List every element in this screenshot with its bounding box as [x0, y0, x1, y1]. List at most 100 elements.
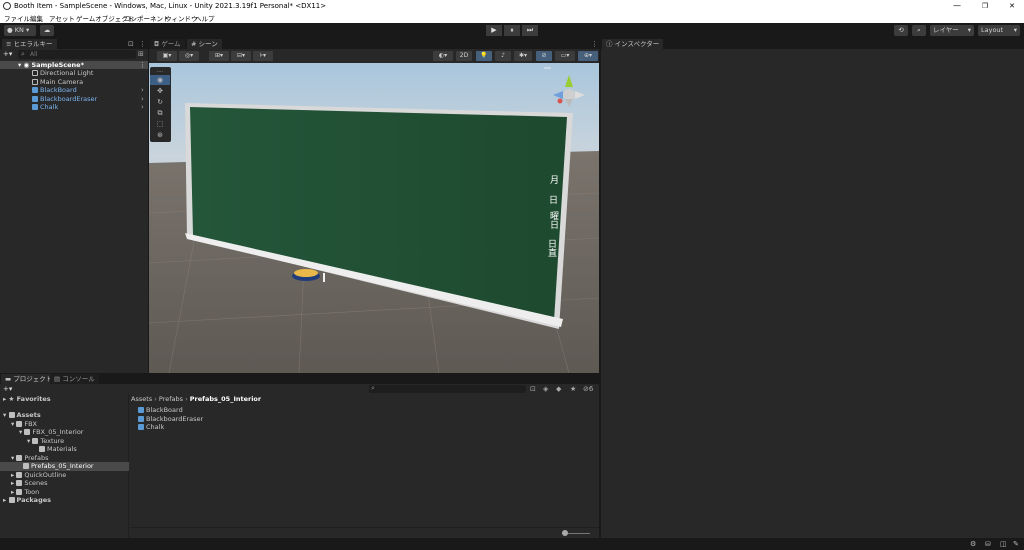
palette-drag-handle[interactable]: ····: [150, 67, 170, 75]
chevron-right-icon[interactable]: ›: [141, 103, 144, 111]
project-add-button[interactable]: +▾: [3, 385, 12, 393]
lock-icon[interactable]: ⊡: [128, 40, 134, 48]
tool-handle-button[interactable]: ▣▾: [157, 51, 177, 61]
tree-item-quickoutline[interactable]: ▸ QuickOutline: [11, 471, 66, 480]
menu-component[interactable]: コンポーネント: [124, 13, 170, 23]
audio-button[interactable]: ♪: [495, 51, 511, 61]
transform-tool[interactable]: ⊛: [150, 130, 170, 140]
project-footer: [130, 527, 599, 538]
maximize-button[interactable]: ❐: [976, 1, 994, 11]
tab-hierarchy[interactable]: ≡ ヒエラルキー: [2, 39, 57, 49]
layout-dropdown[interactable]: Layout ▾: [978, 25, 1020, 36]
asset-list-item[interactable]: BlackboardEraser: [138, 415, 203, 424]
hierarchy-panel: +▾ ⌕ All ⊞ ▾ ◉ SampleScene* ⋮ Directiona…: [0, 49, 148, 373]
scene-view[interactable]: 月 日 曜日 日直 ···· ◉ ✥ ↻ ⧉ ⬚ ⊛: [149, 63, 599, 373]
icon-size-slider-thumb[interactable]: [562, 530, 568, 536]
lighting-button[interactable]: 💡: [476, 51, 492, 61]
tree-item-scenes[interactable]: ▸ Scenes: [11, 479, 48, 488]
scale-tool[interactable]: ⧉: [150, 108, 170, 118]
cache-icon[interactable]: ◫: [1000, 540, 1008, 548]
search-button[interactable]: ⌕: [912, 25, 926, 36]
tab-scene[interactable]: # シーン: [187, 39, 222, 49]
tab-inspector[interactable]: ⓘ インスペクター: [602, 39, 664, 49]
hidden-objects-button[interactable]: ⊘: [536, 51, 552, 61]
tab-console[interactable]: ▤ コンソール: [50, 374, 99, 384]
chevron-right-icon[interactable]: ›: [141, 86, 144, 94]
menu-assets[interactable]: アセット: [49, 13, 75, 23]
hierarchy-item[interactable]: Chalk: [32, 103, 58, 112]
tree-item-prefabs-interior[interactable]: Prefabs_05_Interior: [0, 462, 129, 471]
favorite-icon[interactable]: ★: [570, 385, 576, 393]
hierarchy-item[interactable]: Main Camera: [32, 78, 83, 87]
asset-list-item[interactable]: Chalk: [138, 423, 164, 432]
hierarchy-item[interactable]: BlackboardEraser: [32, 95, 97, 104]
close-button[interactable]: ✕: [1003, 1, 1021, 11]
console-icon: ▤: [54, 375, 61, 383]
tree-item-toon[interactable]: ▸ Toon: [11, 488, 39, 497]
move-tool[interactable]: ✥: [150, 86, 170, 96]
asset-list-item[interactable]: BlackBoard: [138, 406, 183, 415]
tree-item-label: FBX_05_Interior: [32, 428, 84, 436]
tree-item-assets[interactable]: ▾ Assets: [3, 411, 41, 420]
menu-file[interactable]: ファイル: [4, 13, 30, 23]
tree-item-prefabs[interactable]: ▾ Prefabs: [11, 454, 48, 463]
step-button[interactable]: ⏭: [522, 25, 538, 36]
more-icon[interactable]: ⋮: [591, 40, 598, 48]
hierarchy-add-button[interactable]: +▾: [3, 50, 12, 58]
save-search-icon[interactable]: ◆: [556, 385, 561, 393]
rotate-tool[interactable]: ↻: [150, 97, 170, 107]
pivot-button[interactable]: ◎▾: [179, 51, 199, 61]
hierarchy-item[interactable]: Directional Light: [32, 69, 93, 78]
scene-more-icon[interactable]: ⋮: [139, 61, 146, 69]
tree-item-packages[interactable]: ▸ Packages: [3, 496, 51, 505]
breadcrumb-item[interactable]: Prefabs: [159, 395, 183, 403]
eye-slash-icon: ⊘: [541, 52, 547, 59]
hierarchy-item[interactable]: BlackBoard: [32, 86, 77, 95]
camera-settings-button[interactable]: ▭▾: [555, 51, 575, 61]
search-filter-icon[interactable]: ⊞: [138, 50, 144, 58]
tree-item-texture[interactable]: ▾ Texture: [27, 437, 64, 446]
tree-item-label: Texture: [40, 436, 65, 445]
tree-item-materials[interactable]: Materials: [39, 445, 77, 454]
view-tool[interactable]: ◉: [150, 75, 170, 85]
lightbulb-icon: 💡: [480, 52, 488, 59]
search-by-label-icon[interactable]: ◈: [543, 385, 548, 393]
rect-tool[interactable]: ⬚: [150, 119, 170, 129]
search-by-type-icon[interactable]: ⊡: [530, 385, 536, 393]
tree-item-fbx[interactable]: ▾ FBX: [11, 420, 37, 429]
breadcrumb-item[interactable]: Assets: [131, 395, 152, 403]
tab-project[interactable]: ▬ プロジェクト: [1, 374, 57, 384]
chevron-right-icon[interactable]: ›: [141, 95, 144, 103]
account-dropdown[interactable]: ● KN ▾: [4, 25, 36, 36]
tab-game[interactable]: ◘ ゲーム: [150, 39, 185, 49]
breadcrumb-item-current[interactable]: Prefabs_05_Interior: [190, 395, 261, 403]
cloud-button[interactable]: ☁: [40, 25, 54, 36]
hidden-packages-button[interactable]: ⊘6: [583, 385, 593, 393]
effects-button[interactable]: ✱▾: [514, 51, 532, 61]
play-button[interactable]: ▶: [486, 25, 502, 36]
tree-item-fbx-interior[interactable]: ▾ FBX_05_Interior: [19, 428, 83, 437]
increment-snap-button[interactable]: ⊧▾: [253, 51, 273, 61]
tree-item-favorites[interactable]: ▸ ★ Favorites: [3, 395, 51, 404]
history-button[interactable]: ⟲: [894, 25, 908, 36]
minimize-button[interactable]: —: [948, 1, 966, 11]
layers-dropdown[interactable]: レイヤー ▾: [930, 25, 974, 36]
progress-icon[interactable]: ⚙: [970, 540, 978, 548]
scene-row[interactable]: ▾ ◉ SampleScene* ⋮: [0, 61, 148, 69]
menu-edit[interactable]: 編集: [30, 13, 43, 23]
global-button[interactable]: ⊞▾: [209, 51, 229, 61]
project-search-input[interactable]: ⌕: [369, 384, 526, 393]
hierarchy-search-input[interactable]: ⌕ All: [18, 50, 136, 59]
pause-button[interactable]: ⏸: [504, 25, 520, 36]
menu-help[interactable]: ヘルプ: [195, 13, 215, 23]
search-icon: ⌕: [21, 50, 25, 58]
menu-window[interactable]: ウィンドウ: [165, 13, 198, 23]
more-icon[interactable]: ⋮: [139, 40, 146, 48]
grid-snap-button[interactable]: ⊟▾: [231, 51, 251, 61]
board-text-duty: 日直: [546, 239, 556, 257]
shading-mode-button[interactable]: ◐▾: [433, 51, 453, 61]
bake-icon[interactable]: ⛁: [985, 540, 993, 548]
debug-icon[interactable]: ✎: [1013, 540, 1021, 548]
mode-2d-button[interactable]: 2D: [456, 51, 472, 61]
gizmos-button[interactable]: ⊕▾: [578, 51, 598, 61]
